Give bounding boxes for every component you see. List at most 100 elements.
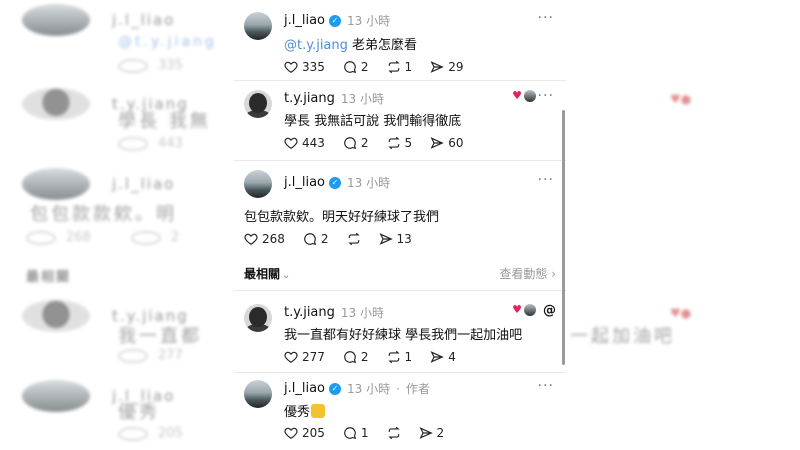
divider (234, 372, 566, 373)
bg-username: j.l_liao (112, 11, 176, 29)
bg-stat: 443 (118, 136, 183, 151)
post-header: j.l_liao ✓ 13 小時 (284, 174, 390, 191)
scrollbar[interactable] (562, 110, 565, 365)
reply-button[interactable]: 2 (343, 60, 369, 74)
post-header: j.l_liao ✓ 13 小時 (284, 12, 390, 29)
timestamp: 13 小時 (347, 382, 391, 396)
share-button[interactable]: 13 (379, 232, 412, 246)
bg-text: 包包款款欸。明 (30, 204, 177, 225)
comment-icon (304, 233, 317, 246)
bg-avatar (22, 4, 90, 36)
avatar[interactable] (244, 304, 272, 332)
username[interactable]: t.y.jiang (284, 305, 335, 320)
heart-icon (284, 351, 298, 363)
heart-icon (284, 427, 298, 439)
share-button[interactable]: 2 (419, 426, 444, 440)
bg-stat: 205 (118, 426, 183, 441)
username[interactable]: j.l_liao (284, 175, 325, 190)
post-header: t.y.jiang 13 小時 (284, 90, 384, 107)
comment-icon (344, 427, 357, 440)
verified-badge-icon: ✓ (329, 14, 341, 27)
heart-icon (244, 233, 258, 245)
like-button[interactable]: 443 (284, 136, 325, 150)
divider (234, 290, 566, 291)
like-button[interactable]: 277 (284, 350, 325, 364)
post-actions: 443 2 5 60 (284, 136, 481, 150)
username[interactable]: j.l_liao (284, 381, 325, 396)
bg-text: 學長 我無 (118, 111, 211, 132)
timestamp: 13 小時 (340, 92, 384, 106)
more-options-icon[interactable]: ··· (538, 88, 554, 104)
bg-avatar (22, 168, 90, 200)
timestamp: 13 小時 (347, 14, 391, 28)
bg-text: 一起加油吧 (570, 326, 675, 347)
repost-button[interactable] (387, 426, 401, 440)
reply-button[interactable]: 2 (303, 232, 329, 246)
share-button[interactable]: 4 (430, 350, 456, 364)
bg-username: j.l_liao (112, 175, 176, 193)
repost-icon (388, 136, 400, 150)
reply-button[interactable]: 2 (343, 350, 369, 364)
avatar[interactable] (244, 380, 272, 408)
post-actions: 268 2 13 (244, 232, 430, 246)
bg-reactions: ♥● (670, 92, 692, 106)
avatar (524, 303, 536, 316)
bg-avatar (22, 380, 90, 412)
post-text: 優秀 (284, 401, 326, 420)
repost-icon (348, 232, 360, 246)
username[interactable]: j.l_liao (284, 13, 325, 28)
comment-icon (344, 61, 357, 74)
repost-icon (388, 426, 400, 440)
mention-link[interactable]: @t.y.jiang (284, 38, 348, 53)
chevron-down-icon: ⌄ (282, 270, 291, 281)
comment-icon (344, 351, 357, 364)
post-header: t.y.jiang 13 小時 (284, 304, 384, 321)
thumbs-up-icon (311, 404, 326, 418)
share-button[interactable]: 60 (430, 136, 463, 150)
liked-by-avatars[interactable]: ♥ (512, 89, 536, 102)
reply-button[interactable]: 1 (343, 426, 369, 440)
bg-heading: 最相關 (26, 270, 72, 285)
avatar (524, 89, 536, 102)
comment-icon (344, 137, 357, 150)
post-text: 學長 我無話可說 我們輸得徹底 (284, 114, 462, 129)
timestamp: 13 小時 (340, 306, 384, 320)
divider (234, 160, 566, 161)
post-header: j.l_liao ✓ 13 小時 · 作者 (284, 381, 430, 396)
verified-badge-icon: ✓ (329, 382, 341, 395)
like-button[interactable]: 335 (284, 60, 325, 74)
more-options-icon[interactable]: ··· (538, 378, 554, 394)
repost-button[interactable]: 1 (387, 350, 412, 364)
more-options-icon[interactable]: ··· (538, 172, 554, 188)
heart-icon: ♥ (512, 89, 522, 102)
more-options-icon[interactable]: ··· (538, 10, 554, 26)
send-icon (430, 351, 444, 363)
sort-dropdown[interactable]: 最相關 ⌄ (244, 265, 290, 282)
liked-by-avatars[interactable]: ♥ (512, 303, 536, 316)
post-text: 我一直都有好好練球 學長我們一起加油吧 (284, 328, 523, 343)
send-icon (379, 233, 393, 245)
timestamp: 13 小時 (347, 176, 391, 190)
like-button[interactable]: 205 (284, 426, 325, 440)
heart-icon (284, 61, 298, 73)
avatar[interactable] (244, 170, 272, 198)
bg-avatar (22, 300, 90, 332)
divider (234, 80, 566, 81)
share-button[interactable]: 29 (430, 60, 463, 74)
bg-text: 我一直都 (118, 326, 202, 347)
send-icon (419, 427, 433, 439)
repost-button[interactable]: 5 (387, 136, 412, 150)
like-button[interactable]: 268 (244, 232, 285, 246)
bg-row: j.l_liao (22, 168, 175, 200)
author-tag: 作者 (405, 382, 430, 396)
bg-text: 優秀 (118, 402, 160, 423)
avatar[interactable] (244, 12, 272, 40)
view-activity-link[interactable]: 查看動態 › (499, 265, 556, 282)
repost-button[interactable] (347, 232, 361, 246)
avatar[interactable] (244, 90, 272, 118)
username[interactable]: t.y.jiang (284, 91, 335, 106)
send-icon (430, 61, 444, 73)
reply-button[interactable]: 2 (343, 136, 369, 150)
bg-stat: 335 (118, 58, 183, 73)
repost-button[interactable]: 1 (387, 60, 412, 74)
